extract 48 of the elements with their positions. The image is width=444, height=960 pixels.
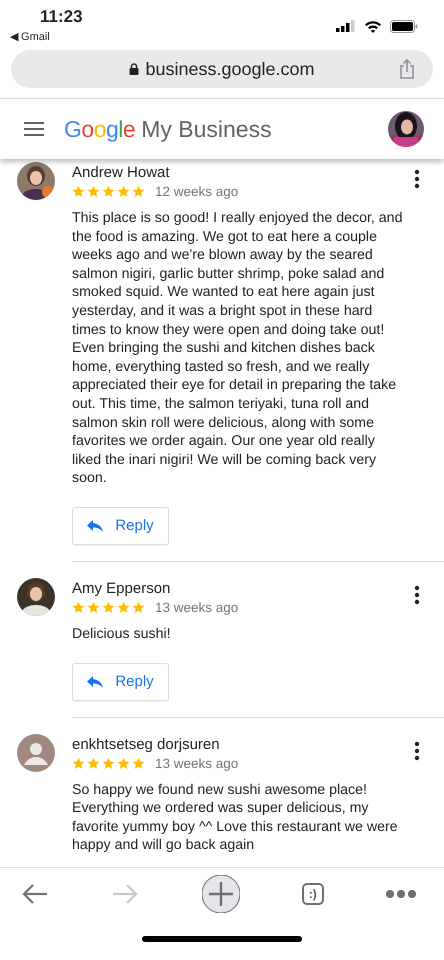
- star-icon: [132, 185, 145, 198]
- product-title: My Business: [141, 116, 272, 142]
- star-icon: [87, 185, 100, 198]
- reply-button[interactable]: Reply: [72, 506, 169, 545]
- star-icon: [132, 600, 145, 614]
- reviewer-name: enkhtsetseg dorjsuren: [72, 736, 221, 752]
- review-text: This place is so good! I really enjoyed the decor, and the food is amazing. We got to eat here a couple weeks ago and we're blown away by the seared salmon nigiri, garlic butter shrimp, poke salad and smoked squid. We wanted to eat here again just yesterday, and it was a bright spot in these hard times to know they were open and doing take out! Even bringing the sushi and kitchen dishes back home, everything tasted so fresh, and we really appreciated their eye for detail in preparing the take out. This time, the salmon teriyaki, tuna roll and salmon skin roll were delicious, along with some favorites we order again. Our one year old really liked the inari nigiri! We will be coming back very soon.: [72, 209, 404, 488]
- review-date: 12 weeks ago: [155, 184, 238, 199]
- more-options-icon[interactable]: [414, 584, 420, 605]
- new-tab-button[interactable]: [202, 875, 240, 913]
- star-icon: [117, 600, 130, 614]
- status-time: 11:23: [39, 7, 83, 27]
- user-avatar-icon: [17, 734, 55, 772]
- share-icon[interactable]: [399, 59, 415, 79]
- back-arrow-icon[interactable]: [21, 883, 49, 905]
- reviewer-name: Amy Epperson: [72, 580, 172, 597]
- star-icon: [72, 756, 85, 770]
- signal-icon: [336, 20, 356, 32]
- review-text: Delicious sushi!: [72, 624, 172, 644]
- back-to-app-link[interactable]: ◀ Gmail: [10, 30, 83, 43]
- more-icon[interactable]: [386, 890, 416, 898]
- star-icon: [72, 600, 85, 614]
- star-icon: [72, 185, 85, 198]
- more-options-icon[interactable]: [414, 740, 420, 760]
- review-date: 13 weeks ago: [155, 756, 238, 770]
- star-icon: [87, 600, 100, 614]
- reply-icon: [87, 520, 104, 532]
- star-icon: [132, 756, 145, 770]
- address-bar[interactable]: business.google.com: [11, 50, 433, 88]
- menu-icon[interactable]: [24, 122, 44, 136]
- reply-icon: [87, 676, 104, 688]
- reviewer-name: Andrew Howat: [72, 164, 171, 181]
- more-options-icon[interactable]: [414, 169, 420, 189]
- star-icon: [102, 185, 115, 198]
- tabs-button[interactable]: :): [302, 883, 324, 905]
- wifi-icon: [364, 20, 382, 32]
- star-icon: [102, 756, 115, 770]
- review-date: 13 weeks ago: [155, 600, 238, 615]
- google-logo: Google: [64, 116, 136, 142]
- lock-icon: [129, 63, 140, 75]
- reply-button[interactable]: Reply: [72, 662, 169, 700]
- star-icon: [102, 600, 115, 614]
- star-icon: [117, 185, 130, 198]
- review-text: So happy we found new sushi awesome place! Everything we ordered was super delicious, my favorite yummy boy ^^ Love this restaurant we were happy and will go back again: [72, 780, 399, 855]
- star-icon: [117, 756, 130, 770]
- url-text: business.google.com: [145, 58, 315, 80]
- star-icon: [87, 756, 100, 770]
- battery-icon: [390, 20, 418, 32]
